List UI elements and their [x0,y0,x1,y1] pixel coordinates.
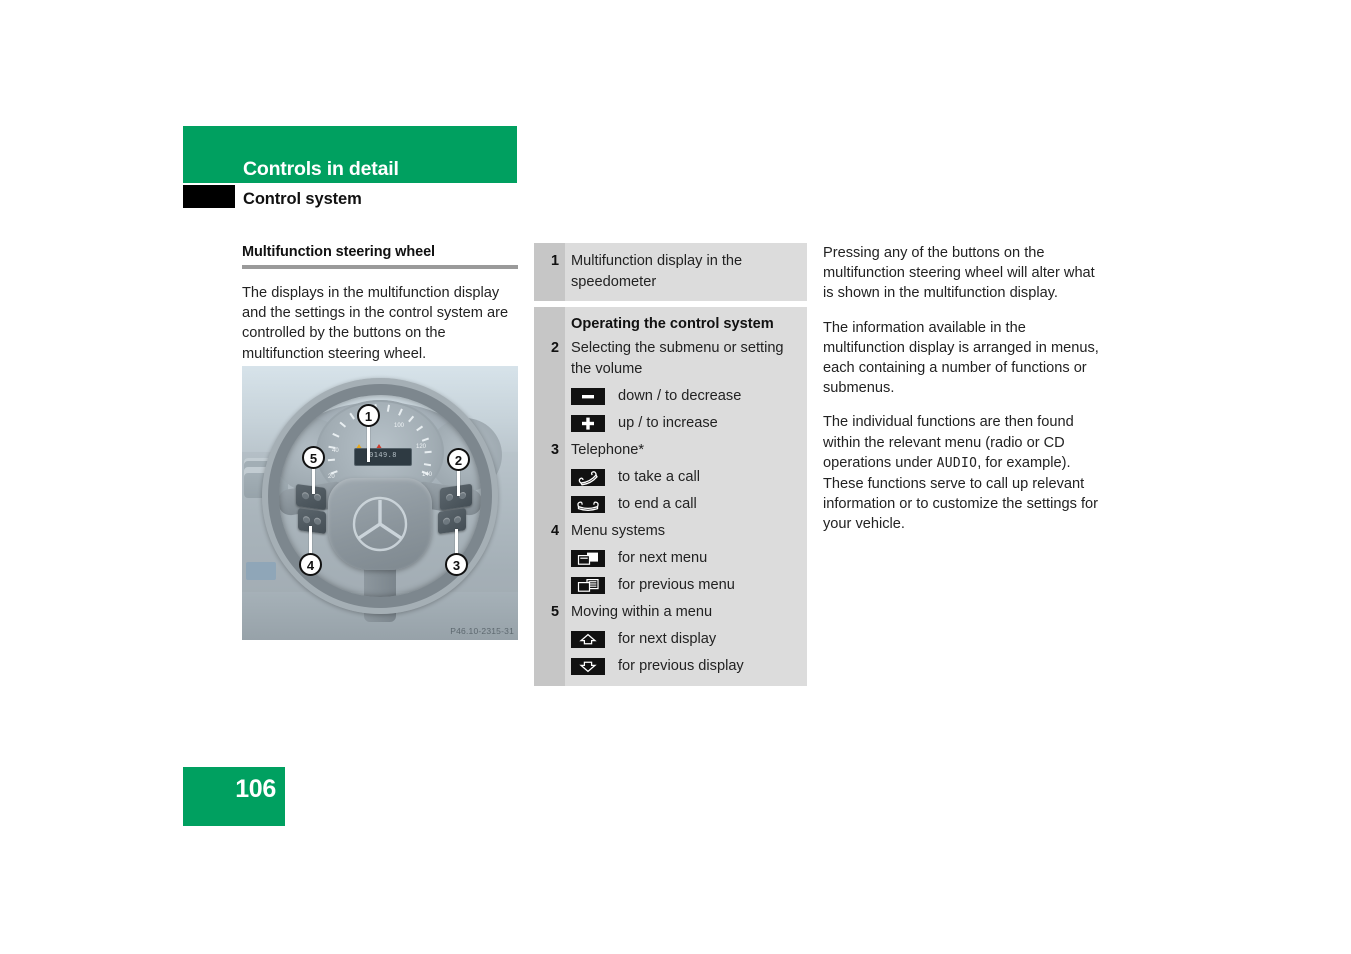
legend-row: 1 Multifunction display in the speedomet… [534,251,807,293]
legend-action-row: for previous menu [534,575,807,596]
left-button-pad-lower [298,508,326,534]
minus-icon [571,388,607,405]
legend-item-label: Multifunction display in the speedometer [571,253,743,290]
callout-bubble-1: 1 [357,404,380,427]
right-column: Pressing any of the buttons on the multi… [823,243,1107,549]
callout-leader-1 [367,422,370,462]
legend-row: 4 Menu systems [534,521,807,542]
legend-action-row: to end a call [534,494,807,515]
legend-item-label: Menu systems [571,523,666,539]
legend-block-item-1: 1 Multifunction display in the speedomet… [534,243,807,301]
legend-row: 2 Selecting the submenu or setting the v… [534,338,807,380]
legend-subheading-row: Operating the control system [534,314,807,335]
legend-action-row: for next display [534,629,807,650]
legend-subheading: Operating the control system [571,316,774,332]
right-paragraph-3: The individual functions are then found … [823,412,1107,534]
legend-action-label: to take a call [618,469,700,485]
callout-bubble-3: 3 [445,553,468,576]
legend-row: 3 Telephone* [534,440,807,461]
legend-action-row: to take a call [534,467,807,488]
legend-action-label: for next menu [618,550,708,566]
arrow-up-icon [571,631,607,648]
legend-action-label: to end a call [618,496,697,512]
section-title: Control system [243,190,362,208]
legend-row: 5 Moving within a menu [534,602,807,623]
legend-item-number: 2 [550,340,559,356]
callout-leader-2 [457,470,460,496]
legend-action-row: for previous display [534,656,807,677]
callout-leader-3 [455,529,458,554]
phone-take-call-icon [571,469,607,486]
right-paragraph-1: Pressing any of the buttons on the multi… [823,245,1095,302]
heading-underline [242,265,518,269]
mercedes-star-logo [350,494,410,554]
legend-action-row: up / to increase [534,413,807,434]
callout-bubble-4: 4 [299,553,322,576]
legend-item-number: 1 [550,253,559,269]
previous-menu-icon [571,577,607,594]
legend-item-label: Selecting the submenu or setting the vol… [571,340,784,377]
side-trim-panel [246,562,276,580]
legend-action-label: for previous menu [618,577,735,593]
legend-action-label: up / to increase [618,415,718,431]
legend-item-number: 3 [550,442,559,458]
callout-bubble-2: 2 [447,448,470,471]
section-marker-block [183,185,235,208]
callout-leader-5 [312,468,315,494]
right-paragraph-2: The information available in the multifu… [823,319,1099,397]
audio-menu-name: AUDIO [936,455,978,471]
plus-icon [571,415,607,432]
page-number-block: 106 [183,767,285,826]
left-column: Multifunction steering wheel The display… [242,243,518,364]
legend-action-label: for previous display [618,658,744,674]
phone-end-call-icon [571,496,607,513]
steering-wheel-figure: 20 40 80 100 120 140 0149.8 [242,366,518,640]
left-column-heading: Multifunction steering wheel [242,244,435,260]
legend-panel: 1 Multifunction display in the speedomet… [534,243,807,686]
legend-action-row: down / to decrease [534,386,807,407]
right-button-pad-upper [440,483,472,511]
page-number: 106 [235,775,276,803]
arrow-down-icon [571,658,607,675]
legend-action-label: for next display [618,631,717,647]
left-column-body-text: The displays in the multifunction displa… [242,285,509,362]
legend-action-label: down / to decrease [618,388,742,404]
figure-caption: P46.10-2315-31 [450,626,514,636]
chapter-title: Controls in detail [243,158,399,180]
legend-action-row: for next menu [534,548,807,569]
legend-block-operating: Operating the control system 2 Selecting… [534,307,807,686]
legend-item-number: 5 [550,604,559,620]
legend-item-label: Moving within a menu [571,604,713,620]
callout-bubble-5: 5 [302,446,325,469]
legend-item-number: 4 [550,523,559,539]
left-button-pad-upper [296,483,326,511]
callout-leader-4 [309,526,312,554]
next-menu-icon [571,550,607,567]
legend-item-label: Telephone* [571,442,645,458]
right-button-pad-lower [438,508,466,534]
